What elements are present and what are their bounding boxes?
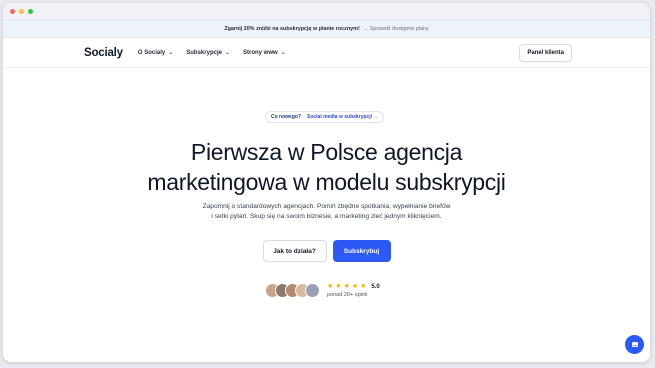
browser-window: Zgarnij 20% zniżki na subskrypcję w plan… <box>3 3 650 362</box>
client-panel-button[interactable]: Panel klienta <box>519 43 572 62</box>
chat-icon <box>631 341 638 347</box>
hero-title-line-1: Pierwsza w Polsce agencja <box>190 139 463 165</box>
promo-bar: Zgarnij 20% zniżki na subskrypcję w plan… <box>3 20 650 38</box>
minimize-window-icon[interactable] <box>19 8 24 14</box>
pill-topic-link[interactable]: Social media w subskrypcji → <box>307 114 378 120</box>
nav-item-subskrypcje[interactable]: Subskrypcje ⌄ <box>186 49 230 57</box>
stars-row: ★ ★ ★ ★ ★ 5.0 <box>327 283 380 290</box>
nav-item-label: Subskrypcje <box>186 49 222 56</box>
nav-item-o-socialy[interactable]: O Socialy ⌄ <box>137 49 174 57</box>
star-icon: ★ <box>327 283 334 290</box>
maximize-window-icon[interactable] <box>28 8 33 14</box>
pill-new-label: Co nowego? <box>271 114 301 120</box>
social-proof: ★ ★ ★ ★ ★ 5.0 ponad 20+ opinii <box>265 283 380 298</box>
hero-cta-group: Jak to działa? Subskrybuj <box>3 240 650 262</box>
star-icon: ★ <box>343 283 350 290</box>
promo-text: Zgarnij 20% zniżki na subskrypcję w plan… <box>224 25 360 32</box>
how-it-works-button[interactable]: Jak to działa? <box>262 240 327 262</box>
nav-item-strony-www[interactable]: Strony www ⌄ <box>242 49 286 57</box>
nav-item-label: Strony www <box>242 49 278 56</box>
nav-menu: O Socialy ⌄ Subskrypcje ⌄ Strony www ⌄ <box>137 49 286 57</box>
star-icon: ★ <box>351 283 359 290</box>
nav-item-label: O Socialy <box>137 49 166 56</box>
star-icon: ★ <box>360 283 367 290</box>
chevron-down-icon: ⌄ <box>280 50 286 56</box>
hero-title: Pierwsza w Polsce agencja marketingowa w… <box>3 137 650 197</box>
promo-link[interactable]: → Sprawdź dostępne plany <box>363 26 429 32</box>
window-titlebar <box>3 3 650 20</box>
whats-new-pill[interactable]: Co nowego? Social media w subskrypcji → <box>265 111 385 123</box>
customer-avatars <box>265 283 320 298</box>
hero-description: Zapomnij o standardowych agencjach. Pomi… <box>3 202 650 222</box>
hero-description-line-2: i setki pytań. Skup się na swoim biznesi… <box>211 213 442 220</box>
main-nav: Socialy O Socialy ⌄ Subskrypcje ⌄ Strony… <box>3 38 650 68</box>
hero-description-line-1: Zapomnij o standardowych agencjach. Pomi… <box>202 203 451 210</box>
chat-button[interactable] <box>625 335 644 354</box>
subscribe-button[interactable]: Subskrybuj <box>332 240 391 262</box>
rating-score: 5.0 <box>371 283 380 290</box>
rating-block: ★ ★ ★ ★ ★ 5.0 ponad 20+ opinii <box>327 283 380 298</box>
reviews-count: ponad 20+ opinii <box>327 292 368 298</box>
star-icon: ★ <box>335 283 342 290</box>
close-window-icon[interactable] <box>10 8 15 14</box>
hero-title-line-2: marketingowa w modelu subskrypcji <box>147 169 506 195</box>
chevron-down-icon: ⌄ <box>168 50 174 56</box>
chevron-down-icon: ⌄ <box>224 50 230 56</box>
logo[interactable]: Socialy <box>84 47 123 59</box>
avatar <box>305 283 320 298</box>
